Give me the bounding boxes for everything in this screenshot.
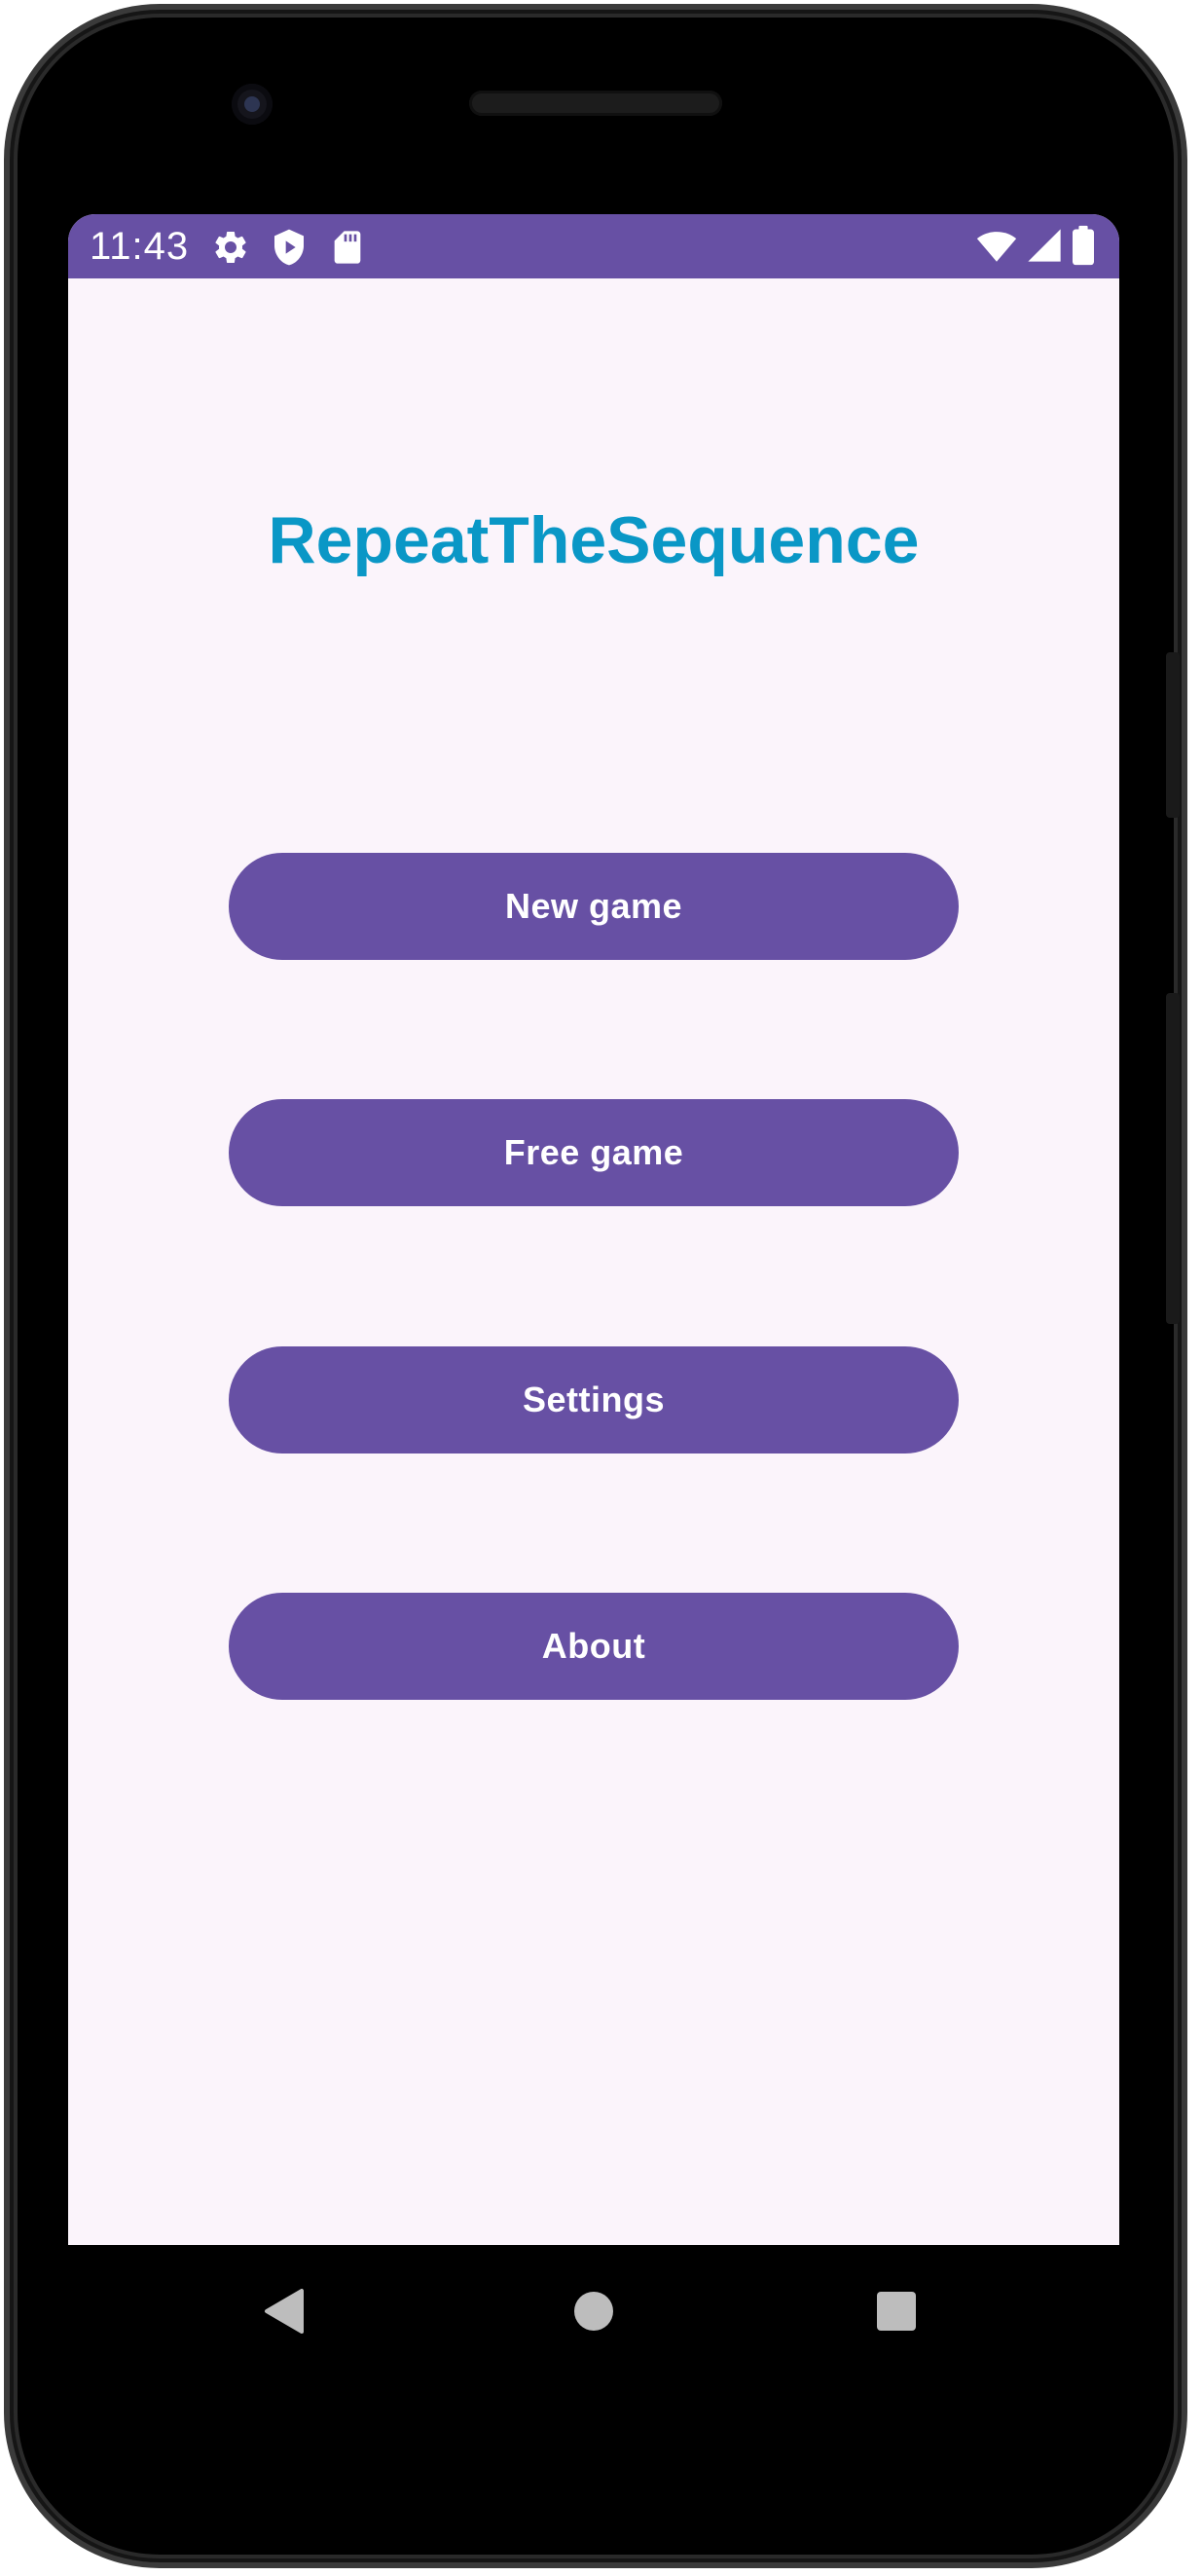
sd-card-icon	[328, 228, 367, 272]
status-time: 11:43	[90, 225, 190, 268]
settings-button[interactable]: Settings	[229, 1346, 959, 1454]
recents-icon[interactable]	[877, 2292, 916, 2336]
volume-button	[1166, 652, 1180, 818]
back-icon[interactable]	[263, 2287, 306, 2340]
gear-icon	[211, 228, 250, 272]
battery-icon	[1071, 224, 1096, 272]
device-screen: 11:43 RepeatTheSequence New game Free ga…	[68, 214, 1119, 2245]
front-camera	[232, 84, 273, 125]
shield-play-icon	[270, 228, 309, 272]
wifi-icon	[976, 226, 1017, 272]
signal-icon	[1025, 226, 1064, 270]
new-game-button[interactable]: New game	[229, 853, 959, 960]
navigation-bar	[68, 2245, 1119, 2376]
status-bar: 11:43	[68, 214, 1119, 278]
home-icon[interactable]	[573, 2291, 614, 2337]
app-title: RepeatTheSequence	[268, 503, 920, 577]
about-button[interactable]: About	[229, 1593, 959, 1700]
power-button	[1166, 993, 1180, 1324]
main-menu-screen: RepeatTheSequence New game Free game Set…	[68, 278, 1119, 2245]
free-game-button[interactable]: Free game	[229, 1099, 959, 1206]
earpiece-speaker	[469, 91, 722, 116]
